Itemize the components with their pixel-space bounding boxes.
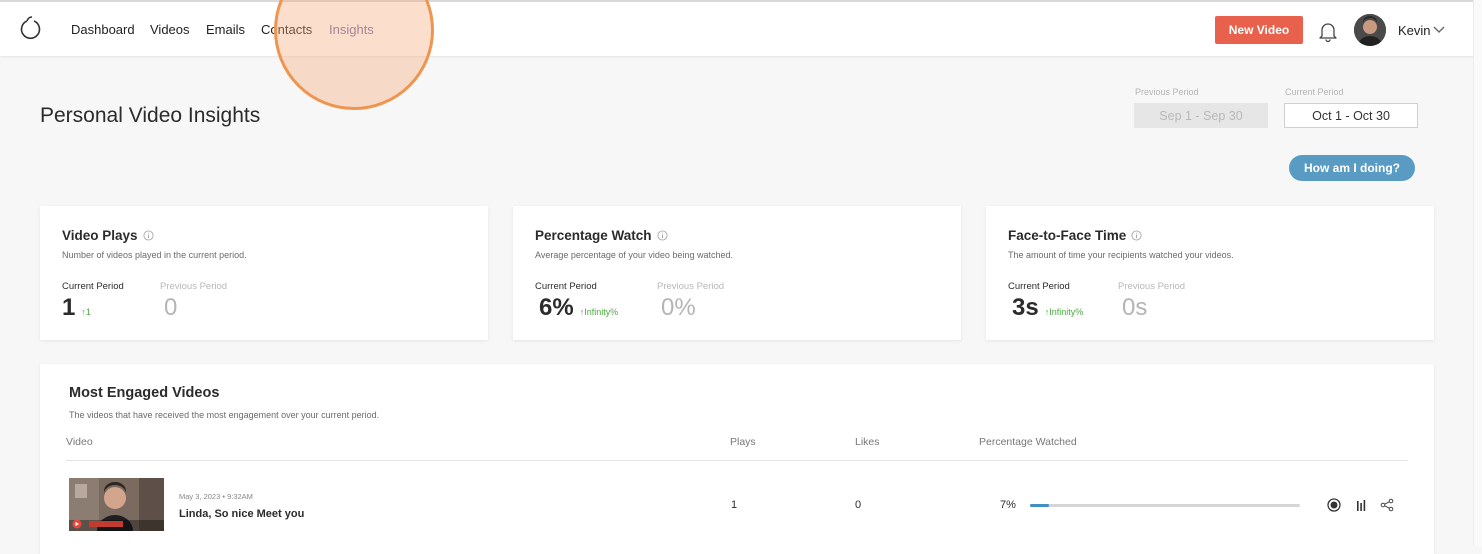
column-header-percentage-watched[interactable]: Percentage Watched [979,436,1077,448]
card-description: Number of videos played in the current p… [62,250,247,260]
most-engaged-videos-panel: Most Engaged Videos The videos that have… [40,364,1434,554]
section-description: The videos that have received the most e… [69,410,380,420]
current-value: 6% ↑Infinity% [539,294,618,322]
current-value-number: 3s [1012,294,1039,321]
chevron-down-icon[interactable] [1433,23,1445,35]
plays-value: 1 [731,499,738,511]
current-value-number: 6% [539,294,574,321]
card-title: Percentage Watch [535,228,668,243]
nav-emails[interactable]: Emails [206,22,245,37]
card-title: Video Plays [62,228,154,243]
previous-value: 0 [164,294,178,321]
previous-period-label: Previous Period [657,281,725,292]
column-header-plays[interactable]: Plays [730,436,756,448]
previous-period-label: Previous Period [1135,87,1199,97]
bell-icon[interactable] [1317,20,1339,42]
previous-period-label: Previous Period [1118,281,1186,292]
previous-value: 0s [1122,294,1148,321]
info-icon[interactable] [1131,230,1142,241]
delta-badge: ↑Infinity% [1044,307,1084,317]
card-title-text: Video Plays [62,228,138,243]
column-header-video[interactable]: Video [66,436,93,448]
current-period-label: Current Period [1008,281,1070,292]
avatar[interactable] [1354,14,1386,46]
card-title-text: Percentage Watch [535,228,652,243]
video-title[interactable]: Linda, So nice Meet you [179,508,304,520]
face-to-face-time-card: Face-to-Face Time The amount of time you… [986,206,1434,340]
header-divider [66,460,1408,461]
current-period-label: Current Period [62,281,124,292]
percentage-watch-card: Percentage Watch Average percentage of y… [513,206,961,340]
column-header-likes[interactable]: Likes [855,436,880,448]
user-name[interactable]: Kevin [1398,23,1431,38]
likes-value: 0 [855,499,862,511]
current-value: 1 ↑1 [62,294,91,322]
share-icon[interactable] [1380,498,1394,512]
current-period-label: Current Period [1285,87,1344,97]
nav-insights[interactable]: Insights [329,22,374,37]
section-title: Most Engaged Videos [69,385,220,401]
nav-contacts[interactable]: Contacts [261,22,312,37]
top-navbar: Dashboard Videos Emails Contacts Insight… [0,2,1474,56]
info-icon[interactable] [143,230,154,241]
percentage-progress-fill [1030,504,1049,507]
nav-dashboard[interactable]: Dashboard [71,22,135,37]
current-value: 3s ↑Infinity% [1012,294,1083,322]
scrollbar[interactable] [1473,0,1482,546]
new-video-button[interactable]: New Video [1215,16,1303,44]
previous-period-label: Previous Period [160,281,228,292]
card-title: Face-to-Face Time [1008,228,1142,243]
page-title: Personal Video Insights [40,104,261,127]
delta-badge: ↑1 [81,307,91,317]
current-period-label: Current Period [535,281,597,292]
video-plays-card: Video Plays Number of videos played in t… [40,206,488,340]
card-title-text: Face-to-Face Time [1008,228,1127,243]
current-period-select[interactable]: Oct 1 - Oct 30 [1284,103,1418,128]
video-date: May 3, 2023 • 9:32AM [179,492,253,501]
video-thumbnail[interactable] [69,478,164,531]
percentage-progress-bar [1030,504,1300,507]
card-description: The amount of time your recipients watch… [1008,250,1234,260]
how-am-i-doing-button[interactable]: How am I doing? [1289,155,1415,181]
percentage-value: 7% [1000,499,1016,511]
info-icon[interactable] [657,230,668,241]
record-icon[interactable] [1327,498,1341,512]
previous-period-select[interactable]: Sep 1 - Sep 30 [1134,103,1268,128]
current-value-number: 1 [62,294,76,321]
nav-videos[interactable]: Videos [150,22,190,37]
logo-icon[interactable] [18,16,42,42]
previous-value: 0% [661,294,696,321]
delta-badge: ↑Infinity% [579,307,619,317]
analytics-bars-icon[interactable] [1354,498,1368,512]
card-description: Average percentage of your video being w… [535,250,733,260]
